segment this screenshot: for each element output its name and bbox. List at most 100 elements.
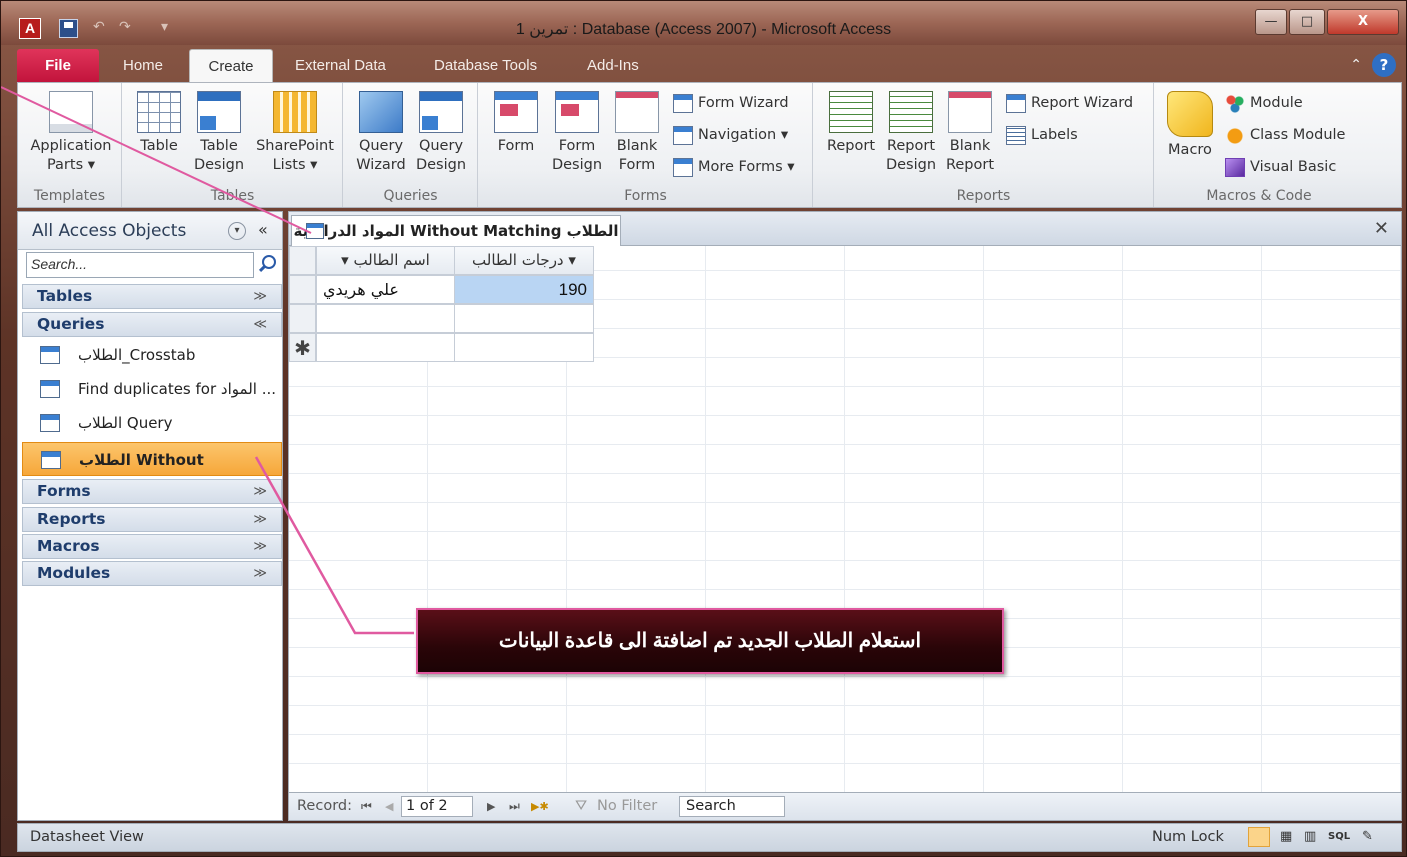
- close-button[interactable]: X: [1327, 9, 1399, 35]
- tab-add-ins[interactable]: Add-Ins: [587, 49, 639, 82]
- current-record-field[interactable]: 1 of 2: [401, 796, 473, 817]
- select-all[interactable]: [289, 246, 316, 275]
- cell-student-name[interactable]: علي هريدي: [316, 275, 455, 304]
- new-record-button[interactable]: ▶✱: [531, 793, 549, 820]
- cell-student-grade[interactable]: 190: [454, 275, 594, 304]
- form-design-button[interactable]: Form Design: [549, 91, 605, 175]
- blank-form-button[interactable]: Blank Form: [611, 91, 663, 175]
- document-pane: المواد الدراسية Without Matching الطلاب …: [288, 211, 1402, 821]
- row-selector[interactable]: [289, 304, 316, 333]
- nav-dropdown-icon[interactable]: ▾: [228, 222, 246, 240]
- blank-report-button[interactable]: Blank Report: [942, 91, 998, 175]
- nav-search-input[interactable]: Search...: [26, 252, 254, 278]
- module-icon: [1225, 93, 1245, 113]
- navigation-button[interactable]: Navigation ▾: [673, 123, 788, 147]
- pivot-chart-icon[interactable]: ▥: [1304, 824, 1316, 850]
- filter-icon[interactable]: ⛛: [575, 793, 587, 820]
- tab-create[interactable]: Create: [189, 49, 273, 82]
- cell-new[interactable]: [454, 333, 594, 362]
- group-label-macros-code: Macros & Code: [1206, 188, 1312, 204]
- cell-empty[interactable]: [316, 304, 455, 333]
- cell-empty[interactable]: [454, 304, 594, 333]
- tab-home[interactable]: Home: [123, 49, 163, 82]
- no-filter-button[interactable]: No Filter: [597, 793, 657, 820]
- pivot-table-icon[interactable]: ▦: [1280, 824, 1292, 850]
- nav-item-find-duplicates[interactable]: Find duplicates for المواد ...: [22, 372, 282, 406]
- section-macros[interactable]: Macros ≫: [22, 534, 282, 559]
- nav-item-without-matching[interactable]: الطلاب Without Matchin...: [22, 442, 282, 503]
- expand-icon: ≫: [253, 539, 267, 554]
- macro-button[interactable]: Macro: [1161, 91, 1219, 160]
- datasheet-view-icon[interactable]: [1248, 827, 1270, 847]
- table-button[interactable]: Table: [133, 91, 185, 156]
- search-icon[interactable]: [258, 254, 278, 274]
- next-record-button[interactable]: ▶: [487, 793, 495, 820]
- form-button[interactable]: Form: [489, 91, 543, 156]
- expand-icon: ≫: [253, 484, 267, 499]
- nav-item-query[interactable]: الطلاب Query: [22, 406, 282, 440]
- record-search-input[interactable]: Search: [679, 796, 785, 817]
- labels-button[interactable]: Labels: [1006, 123, 1078, 147]
- section-reports[interactable]: Reports ≫: [22, 507, 282, 532]
- column-header-name[interactable]: ▾ اسم الطالب: [316, 246, 455, 275]
- row-selector[interactable]: [289, 275, 316, 304]
- first-record-button[interactable]: ⏮: [361, 793, 372, 820]
- group-label-forms: Forms: [624, 188, 667, 204]
- nav-item-crosstab[interactable]: الطلاب_Crosstab: [22, 338, 282, 372]
- report-design-button[interactable]: Report Design: [882, 91, 940, 175]
- report-design-icon: [889, 91, 933, 133]
- last-record-button[interactable]: ⏭: [509, 793, 520, 820]
- blank-form-icon: [615, 91, 659, 133]
- cell-new[interactable]: [316, 333, 455, 362]
- collapse-pane-icon[interactable]: «: [258, 220, 268, 239]
- more-forms-icon: [673, 157, 693, 177]
- visual-basic-button[interactable]: Visual Basic: [1225, 155, 1336, 179]
- help-icon[interactable]: ?: [1372, 53, 1396, 77]
- tab-external-data[interactable]: External Data: [295, 49, 386, 82]
- tab-query-without-matching[interactable]: المواد الدراسية Without Matching الطلاب: [291, 215, 621, 246]
- report-icon: [829, 91, 873, 133]
- module-button[interactable]: Module: [1225, 91, 1303, 115]
- maximize-button[interactable]: □: [1289, 9, 1325, 35]
- query-design-icon: [419, 91, 463, 133]
- nav-title[interactable]: All Access Objects: [32, 221, 186, 241]
- document-tabs: المواد الدراسية Without Matching الطلاب …: [289, 212, 1401, 246]
- sql-view-icon[interactable]: SQL: [1328, 824, 1350, 850]
- application-parts-button[interactable]: Application Parts ▾: [24, 91, 118, 175]
- record-navigation-bar: Record: ⏮ ◀ 1 of 2 ▶ ⏭ ▶✱ ⛛ No Filter Se…: [289, 792, 1401, 820]
- form-wizard-button[interactable]: Form Wizard: [673, 91, 789, 115]
- minimize-ribbon-icon[interactable]: ⌃: [1350, 57, 1362, 73]
- section-tables[interactable]: Tables ≫: [22, 284, 282, 309]
- form-wizard-icon: [673, 93, 693, 113]
- sharepoint-lists-button[interactable]: SharePoint Lists ▾: [251, 91, 339, 175]
- crosstab-query-icon: [40, 346, 60, 364]
- table-icon: [137, 91, 181, 133]
- report-button[interactable]: Report: [822, 91, 880, 156]
- section-queries[interactable]: Queries ≪: [22, 312, 282, 337]
- tab-file[interactable]: File: [17, 49, 99, 82]
- section-forms[interactable]: Forms ≫: [22, 479, 282, 504]
- query-design-button[interactable]: Query Design: [412, 91, 470, 175]
- report-wizard-button[interactable]: Report Wizard: [1006, 91, 1133, 115]
- group-reports: Report Report Design Blank Report Report…: [814, 83, 1154, 207]
- section-modules[interactable]: Modules ≫: [22, 561, 282, 586]
- record-label: Record:: [297, 798, 352, 814]
- column-header-grade[interactable]: درجات الطالب ▾: [454, 246, 594, 275]
- num-lock-indicator: Num Lock: [1152, 829, 1224, 845]
- tab-database-tools[interactable]: Database Tools: [434, 49, 537, 82]
- close-document-icon[interactable]: ✕: [1374, 218, 1389, 239]
- new-record-marker[interactable]: ✱: [289, 333, 316, 362]
- group-templates: Application Parts ▾ Templates: [18, 83, 122, 207]
- expand-icon: ≫: [253, 289, 267, 304]
- table-design-button[interactable]: Table Design: [193, 91, 245, 175]
- class-module-button[interactable]: Class Module: [1225, 123, 1345, 147]
- collapse-icon: ≪: [253, 317, 267, 332]
- query-wizard-button[interactable]: Query Wizard: [352, 91, 410, 175]
- minimize-button[interactable]: —: [1255, 9, 1287, 35]
- form-design-icon: [555, 91, 599, 133]
- previous-record-button[interactable]: ◀: [385, 793, 393, 820]
- design-view-icon[interactable]: ✎: [1362, 824, 1373, 850]
- query-icon: [306, 223, 324, 239]
- group-label-queries: Queries: [383, 188, 438, 204]
- more-forms-button[interactable]: More Forms ▾: [673, 155, 795, 179]
